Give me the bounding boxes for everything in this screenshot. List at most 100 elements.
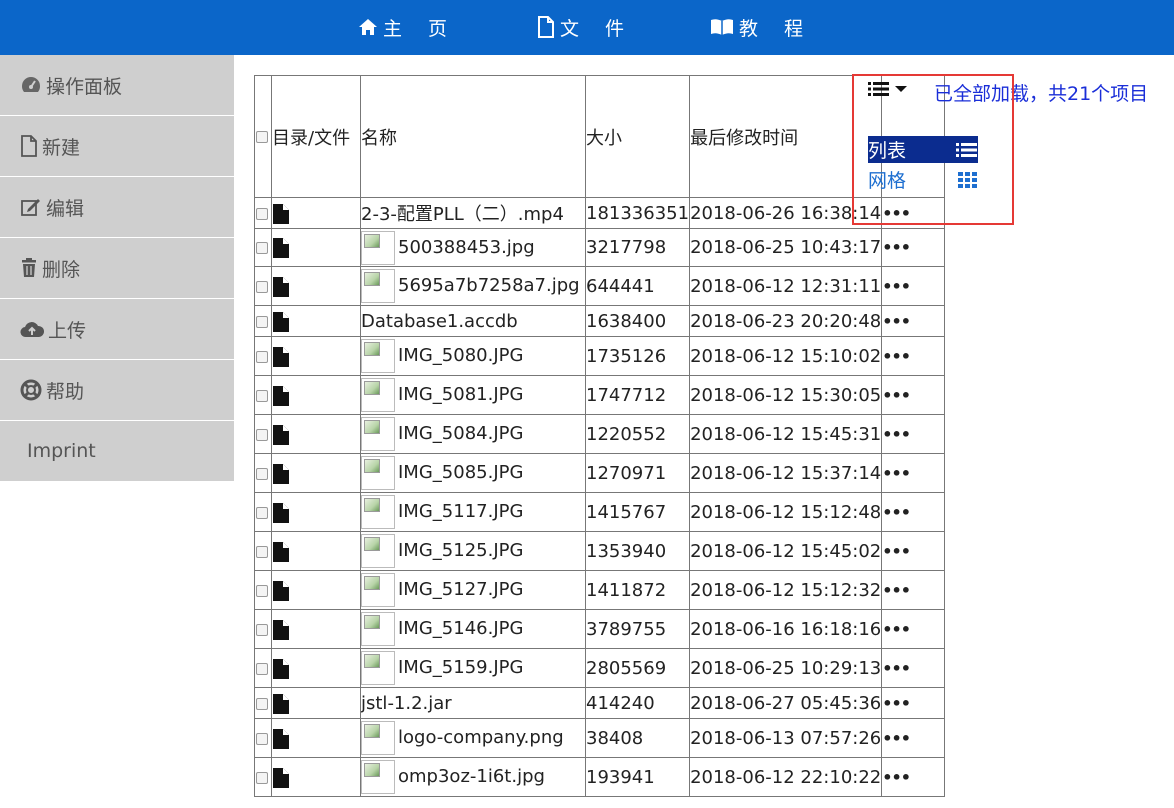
row-checkbox[interactable] — [256, 732, 268, 745]
more-actions-icon[interactable]: ••• — [883, 659, 911, 678]
file-name[interactable]: 2-3-配置PLL（二）.mp4 — [362, 204, 564, 225]
sidebar-item-help[interactable]: 帮助 — [0, 360, 234, 421]
row-checkbox[interactable] — [256, 697, 268, 710]
more-actions-icon[interactable]: ••• — [883, 581, 911, 600]
table-row[interactable]: 5695a7b7258a7.jpg 644441 2018-06-12 12:3… — [254, 266, 946, 306]
sidebar-item-imprint[interactable]: Imprint — [0, 421, 234, 482]
row-checkbox[interactable] — [256, 545, 268, 558]
row-checkbox[interactable] — [256, 662, 268, 675]
sidebar-item-edit[interactable]: 编辑 — [0, 177, 234, 238]
file-name[interactable]: omp3oz-1i6t.jpg — [398, 766, 545, 787]
file-name[interactable]: IMG_5117.JPG — [398, 501, 523, 522]
row-checkbox[interactable] — [256, 280, 268, 293]
file-name[interactable]: Database1.accdb — [362, 311, 518, 332]
table-row[interactable]: IMG_5080.JPG 1735126 2018-06-12 15:10:02… — [254, 336, 946, 376]
home-icon — [359, 19, 377, 35]
file-name[interactable]: IMG_5146.JPG — [398, 618, 523, 639]
sidebar-item-upload[interactable]: 上传 — [0, 299, 234, 360]
file-name[interactable]: 5695a7b7258a7.jpg — [398, 275, 580, 296]
row-actions-cell: ••• — [881, 414, 946, 454]
thumbnail-image — [361, 721, 395, 755]
row-actions-cell: ••• — [881, 718, 946, 758]
table-row[interactable]: IMG_5159.JPG 2805569 2018-06-25 10:29:13… — [254, 648, 946, 688]
nav-tutorial[interactable]: 教 程 — [710, 12, 813, 42]
file-icon — [273, 619, 289, 640]
more-actions-icon[interactable]: ••• — [883, 694, 911, 713]
table-row[interactable]: omp3oz-1i6t.jpg 193941 2018-06-12 22:10:… — [254, 757, 946, 797]
more-actions-icon[interactable]: ••• — [883, 464, 911, 483]
more-actions-icon[interactable]: ••• — [883, 347, 911, 366]
file-name[interactable]: IMG_5125.JPG — [398, 540, 523, 561]
row-checkbox-cell — [254, 228, 272, 267]
row-type-cell — [271, 492, 361, 532]
sidebar-item-dashboard[interactable]: 操作面板 — [0, 55, 234, 116]
more-actions-icon[interactable]: ••• — [883, 277, 911, 296]
nav-files-label: 文 件 — [560, 17, 635, 40]
row-checkbox-cell — [254, 375, 272, 415]
file-icon — [273, 502, 289, 523]
row-checkbox[interactable] — [256, 389, 268, 402]
more-actions-icon[interactable]: ••• — [883, 386, 911, 405]
table-row[interactable]: logo-company.png 38408 2018-06-13 07:57:… — [254, 718, 946, 758]
row-checkbox[interactable] — [256, 428, 268, 441]
header-size[interactable]: 大小 — [584, 75, 691, 198]
row-mtime: 2018-06-27 05:45:36 — [689, 687, 883, 719]
table-row[interactable]: IMG_5127.JPG 1411872 2018-06-12 15:12:32… — [254, 570, 946, 610]
file-icon — [21, 135, 37, 157]
table-row[interactable]: IMG_5081.JPG 1747712 2018-06-12 15:30:05… — [254, 375, 946, 415]
header-type[interactable]: 目录/文件 — [271, 75, 361, 198]
table-row[interactable]: jstl-1.2.jar 414240 2018-06-27 05:45:36 … — [254, 687, 946, 719]
file-name[interactable]: 500388453.jpg — [398, 237, 535, 258]
file-name[interactable]: IMG_5085.JPG — [398, 462, 523, 483]
table-row[interactable]: 500388453.jpg 3217798 2018-06-25 10:43:1… — [254, 228, 946, 267]
more-actions-icon[interactable]: ••• — [883, 503, 911, 522]
row-type-cell — [271, 757, 361, 797]
file-name[interactable]: logo-company.png — [398, 727, 564, 748]
row-checkbox-cell — [254, 570, 272, 610]
row-checkbox[interactable] — [256, 315, 268, 328]
table-row[interactable]: 2-3-配置PLL（二）.mp4 181336351 2018-06-26 16… — [254, 197, 946, 229]
table-row[interactable]: Database1.accdb 1638400 2018-06-23 20:20… — [254, 305, 946, 337]
row-checkbox[interactable] — [256, 467, 268, 480]
file-name[interactable]: IMG_5080.JPG — [398, 345, 523, 366]
more-actions-icon[interactable]: ••• — [883, 768, 911, 787]
row-mtime: 2018-06-12 15:10:02 — [689, 336, 883, 376]
more-actions-icon[interactable]: ••• — [883, 312, 911, 331]
file-name[interactable]: jstl-1.2.jar — [362, 693, 452, 714]
row-checkbox[interactable] — [256, 350, 268, 363]
select-all-checkbox[interactable] — [256, 131, 268, 143]
row-checkbox[interactable] — [256, 506, 268, 519]
row-size: 414240 — [584, 687, 691, 719]
table-row[interactable]: IMG_5084.JPG 1220552 2018-06-12 15:45:31… — [254, 414, 946, 454]
more-actions-icon[interactable]: ••• — [883, 620, 911, 639]
sidebar-item-delete[interactable]: 删除 — [0, 238, 234, 299]
nav-home[interactable]: 主 页 — [358, 12, 457, 42]
row-checkbox[interactable] — [256, 207, 268, 220]
file-name[interactable]: IMG_5159.JPG — [398, 657, 523, 678]
table-row[interactable]: IMG_5125.JPG 1353940 2018-06-12 15:45:02… — [254, 531, 946, 571]
row-checkbox[interactable] — [256, 623, 268, 636]
more-actions-icon[interactable]: ••• — [883, 542, 911, 561]
more-actions-icon[interactable]: ••• — [883, 238, 911, 257]
row-size: 38408 — [584, 718, 691, 758]
more-actions-icon[interactable]: ••• — [883, 425, 911, 444]
file-name[interactable]: IMG_5084.JPG — [398, 423, 523, 444]
table-row[interactable]: IMG_5085.JPG 1270971 2018-06-12 15:37:14… — [254, 453, 946, 493]
row-size: 1747712 — [584, 375, 691, 415]
sidebar-item-new[interactable]: 新建 — [0, 116, 234, 177]
row-checkbox[interactable] — [256, 242, 268, 254]
header-name[interactable]: 名称 — [360, 75, 586, 198]
more-actions-icon[interactable]: ••• — [883, 729, 911, 748]
nav-files[interactable]: 文 件 — [537, 12, 634, 42]
table-row[interactable]: IMG_5146.JPG 3789755 2018-06-16 16:18:16… — [254, 609, 946, 649]
row-name-cell: IMG_5127.JPG — [360, 570, 586, 610]
row-type-cell — [271, 531, 361, 571]
row-name-cell: IMG_5085.JPG — [360, 453, 586, 493]
row-checkbox[interactable] — [256, 771, 268, 784]
row-size: 1735126 — [584, 336, 691, 376]
row-name-cell: 500388453.jpg — [360, 228, 586, 267]
row-checkbox[interactable] — [256, 584, 268, 597]
file-name[interactable]: IMG_5127.JPG — [398, 579, 523, 600]
table-row[interactable]: IMG_5117.JPG 1415767 2018-06-12 15:12:48… — [254, 492, 946, 532]
file-name[interactable]: IMG_5081.JPG — [398, 384, 523, 405]
